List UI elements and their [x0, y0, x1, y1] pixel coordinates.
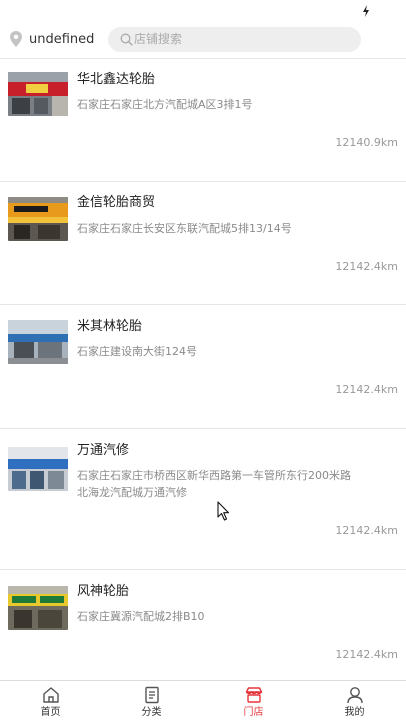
store-thumbnail	[8, 197, 68, 241]
store-distance: 12142.4km	[335, 383, 398, 396]
home-icon	[43, 687, 59, 703]
tab-store[interactable]: 门店	[203, 681, 304, 722]
store-thumbnail	[8, 586, 68, 630]
category-icon	[145, 686, 159, 704]
store-address: 石家庄石家庄北方汽配城A区3排1号	[77, 98, 253, 111]
store-list-item[interactable]: 风神轮胎 石家庄冀源汽配城2排B10 12142.4km	[0, 570, 406, 680]
user-icon	[347, 687, 363, 704]
mouse-cursor-icon	[217, 501, 230, 521]
store-name: 金信轮胎商贸	[77, 195, 156, 210]
store-distance: 12142.4km	[335, 524, 398, 537]
status-bar	[0, 0, 406, 22]
store-list-item[interactable]: 米其林轮胎 石家庄建设南大街124号 12142.4km	[0, 305, 406, 429]
store-thumbnail	[8, 320, 68, 364]
store-list-item[interactable]: 金信轮胎商贸 石家庄石家庄长安区东联汽配城5排13/14号 12142.4km	[0, 182, 406, 305]
store-list-item[interactable]: 华北鑫达轮胎 石家庄石家庄北方汽配城A区3排1号 12140.9km	[0, 59, 406, 182]
store-name: 华北鑫达轮胎	[77, 72, 156, 87]
store-list-item[interactable]: 万通汽修 石家庄石家庄市桥西区新华西路第一车管所东行200米路北海龙汽配城万通汽…	[0, 429, 406, 570]
store-name: 万通汽修	[77, 443, 130, 458]
search-input[interactable]: 店铺搜索	[108, 27, 361, 52]
store-distance: 12142.4km	[335, 260, 398, 273]
store-name: 米其林轮胎	[77, 319, 143, 334]
store-address: 石家庄建设南大街124号	[77, 345, 197, 358]
store-distance: 12142.4km	[335, 648, 398, 661]
store-thumbnail	[8, 447, 68, 491]
store-thumbnail	[8, 72, 68, 116]
store-address: 石家庄石家庄长安区东联汽配城5排13/14号	[77, 222, 292, 235]
tab-profile[interactable]: 我的	[304, 681, 405, 722]
bottom-tab-bar: 首页 分类 门店 我的	[0, 680, 406, 722]
tab-home[interactable]: 首页	[0, 681, 101, 722]
search-placeholder: 店铺搜索	[134, 32, 183, 46]
store-address: 石家庄冀源汽配城2排B10	[77, 610, 205, 623]
location-pin-icon[interactable]	[10, 31, 22, 47]
tab-home-label: 首页	[40, 707, 61, 718]
store-address: 石家庄石家庄市桥西区新华西路第一车管所东行200米路北海龙汽配城万通汽修	[77, 469, 351, 499]
tab-profile-label: 我的	[344, 707, 365, 718]
top-bar: undefined 店铺搜索	[0, 22, 406, 58]
tab-store-label: 门店	[243, 707, 264, 718]
store-name: 风神轮胎	[77, 584, 130, 599]
search-icon	[120, 33, 133, 46]
tab-category[interactable]: 分类	[101, 681, 202, 722]
tab-category-label: 分类	[141, 707, 162, 718]
store-distance: 12140.9km	[335, 136, 398, 149]
store-list[interactable]: 华北鑫达轮胎 石家庄石家庄北方汽配城A区3排1号 12140.9km 金信轮胎商…	[0, 59, 406, 680]
charging-icon	[363, 5, 369, 17]
store-icon	[245, 687, 263, 703]
location-label[interactable]: undefined	[29, 31, 94, 49]
